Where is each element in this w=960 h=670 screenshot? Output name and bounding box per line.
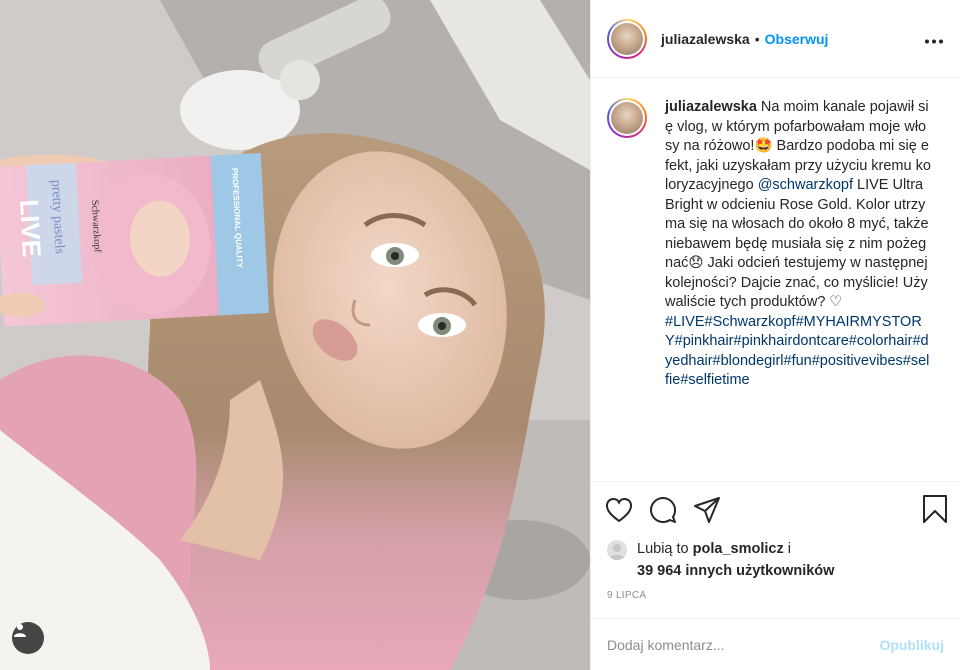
likes-count[interactable]: 39 964 innych użytkowników: [637, 563, 834, 579]
header-username[interactable]: juliazalewska: [661, 31, 750, 47]
action-bar: [591, 482, 960, 538]
bookmark-icon: [923, 495, 947, 523]
likes-section: Lubią to pola_smolicz i 39 964 innych uż…: [591, 538, 960, 588]
save-button[interactable]: [922, 494, 948, 527]
post-comment-button[interactable]: Opublikuj: [879, 637, 944, 653]
user-tag-button[interactable]: [12, 622, 44, 654]
avatar[interactable]: [607, 18, 647, 59]
emoji-star-eyes: 🤩: [754, 138, 773, 154]
liker-username[interactable]: pola_smolicz: [693, 541, 784, 557]
mention-link[interactable]: @schwarzkopf: [758, 177, 853, 193]
emoji-sad: 😞: [688, 255, 704, 271]
like-button[interactable]: [605, 490, 649, 530]
selfie-illustration: LIVE pretty pastels Schwarzkopf PROFESSI…: [0, 0, 590, 670]
comment-button[interactable]: [649, 490, 693, 530]
product-brand-text: LIVE: [14, 199, 47, 258]
caption-text: juliazalewska Na moim kanale pojawił się…: [665, 98, 931, 391]
share-button[interactable]: [693, 490, 737, 530]
follow-button[interactable]: Obserwuj: [765, 31, 829, 47]
instagram-post: LIVE pretty pastels Schwarzkopf PROFESSI…: [0, 0, 960, 670]
add-comment-bar: Dodaj komentarz... Opublikuj: [591, 618, 960, 670]
share-icon: [694, 497, 720, 523]
post-photo[interactable]: LIVE pretty pastels Schwarzkopf PROFESSI…: [0, 0, 590, 670]
caption-body-4: Jaki odcień testujemy w następnej kolejn…: [665, 255, 932, 310]
post-header: juliazalewska • Obserwuj: [591, 0, 960, 78]
comment-input[interactable]: Dodaj komentarz...: [607, 637, 879, 653]
heart-icon: [605, 497, 633, 523]
more-options-icon[interactable]: [924, 28, 944, 49]
separator-dot: •: [754, 30, 760, 47]
likes-suffix: i: [783, 541, 791, 557]
likes-text: Lubią to pola_smolicz i 39 964 innych uż…: [637, 538, 834, 582]
likes-prefix: Lubią to: [637, 541, 693, 557]
comment-icon: [650, 497, 676, 523]
caption-avatar[interactable]: [607, 98, 647, 138]
comments-section: juliazalewska Na moim kanale pojawił się…: [591, 78, 960, 482]
caption-username[interactable]: juliazalewska: [665, 99, 757, 115]
hashtags-link[interactable]: #LIVE#Schwarzkopf#MYHAIRMYSTORY#pinkhair…: [665, 314, 929, 389]
caption: juliazalewska Na moim kanale pojawił się…: [607, 98, 944, 391]
heart-emoji: ♡: [829, 294, 843, 310]
post-panel: juliazalewska • Obserwuj juliazalewska N…: [590, 0, 960, 670]
liker-avatar[interactable]: [607, 540, 627, 560]
user-tag-icon: [14, 624, 26, 637]
